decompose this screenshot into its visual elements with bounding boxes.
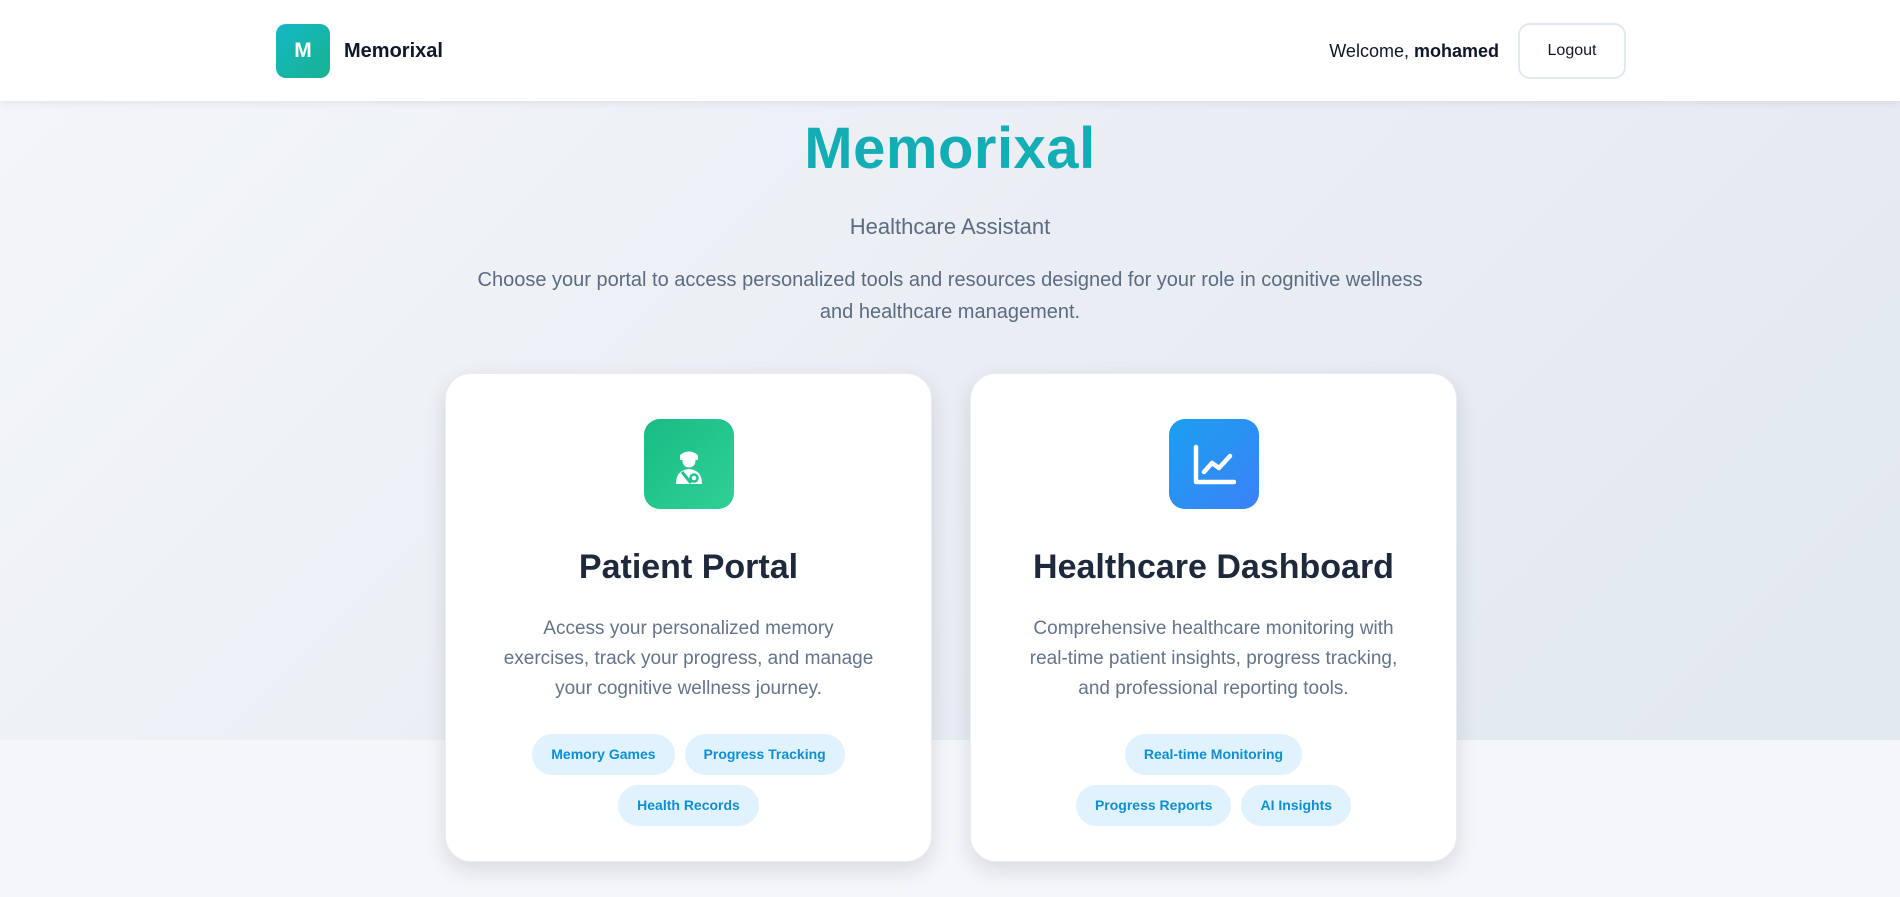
patient-icon — [643, 419, 734, 509]
patient-portal-title: Patient Portal — [578, 548, 799, 586]
tag-progress-tracking: Progress Tracking — [684, 734, 845, 775]
tag-memory-games: Memory Games — [532, 734, 675, 775]
welcome-prefix: Welcome, — [1329, 40, 1414, 61]
logout-button[interactable]: Logout — [1518, 23, 1626, 79]
welcome-message: Welcome, mohamed — [1329, 41, 1499, 62]
hero-title: Memorixal — [804, 116, 1096, 181]
hero-section: Memorixal Healthcare Assistant Choose yo… — [0, 112, 1900, 328]
username: mohamed — [1413, 40, 1499, 61]
tag-real-time-monitoring: Real-time Monitoring — [1124, 734, 1303, 775]
brand[interactable]: M Memorixal — [276, 24, 443, 78]
brand-name: Memorixal — [344, 39, 443, 62]
patient-portal-card[interactable]: Patient Portal Access your personalized … — [445, 373, 932, 862]
chart-line-icon — [1168, 419, 1259, 509]
healthcare-dashboard-card[interactable]: Healthcare Dashboard Comprehensive healt… — [970, 373, 1457, 862]
page-background-lower — [0, 740, 1900, 897]
tag-progress-reports: Progress Reports — [1075, 785, 1232, 826]
hero-subtitle: Healthcare Assistant — [849, 214, 1051, 239]
user-area: Welcome, mohamed Logout — [1329, 23, 1626, 79]
tag-health-records: Health Records — [618, 785, 759, 826]
hero-description: Choose your portal to access personalize… — [477, 269, 1423, 323]
healthcare-dashboard-description: Comprehensive healthcare monitoring with… — [1029, 618, 1398, 699]
page-background — [0, 0, 1900, 740]
tag-ai-insights: AI Insights — [1241, 785, 1352, 826]
healthcare-dashboard-title: Healthcare Dashboard — [1033, 548, 1394, 586]
patient-portal-tags: Memory Games Progress Tracking Health Re… — [524, 734, 854, 826]
patient-portal-description: Access your personalized memory exercise… — [503, 618, 874, 699]
brand-logo: M — [276, 24, 330, 78]
top-navbar: M Memorixal Welcome, mohamed Logout — [0, 0, 1900, 101]
healthcare-dashboard-tags: Real-time Monitoring Progress Reports AI… — [1049, 734, 1379, 826]
